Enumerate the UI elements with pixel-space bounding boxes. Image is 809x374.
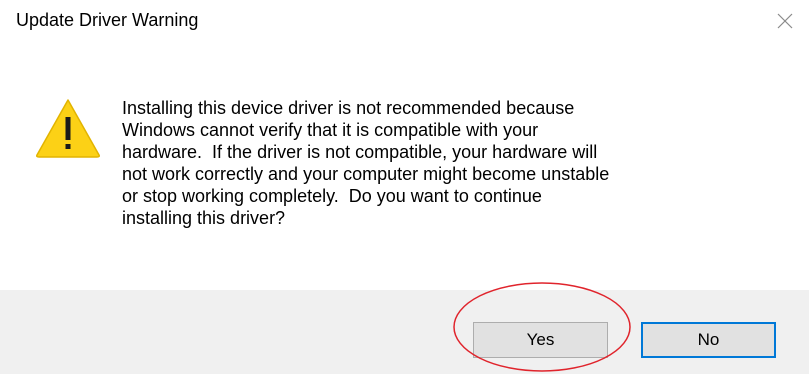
yes-button[interactable]: Yes bbox=[473, 322, 608, 358]
no-button[interactable]: No bbox=[641, 322, 776, 358]
update-driver-warning-dialog: Update Driver Warning Installing this de… bbox=[0, 0, 809, 374]
warning-triangle-icon bbox=[34, 97, 102, 159]
close-icon bbox=[777, 13, 793, 29]
message-line: installing this driver? bbox=[122, 208, 286, 228]
warning-message: Installing this device driver is not rec… bbox=[122, 97, 682, 229]
button-bar: Yes No bbox=[0, 290, 809, 374]
message-line: or stop working completely. Do you want … bbox=[122, 186, 542, 206]
dialog-title: Update Driver Warning bbox=[16, 10, 199, 30]
message-line: Installing this device driver is not rec… bbox=[122, 98, 575, 118]
message-line: hardware. If the driver is not compatibl… bbox=[122, 142, 598, 162]
message-line: Windows cannot verify that it is compati… bbox=[122, 120, 539, 140]
message-line: not work correctly and your computer mig… bbox=[122, 164, 610, 184]
close-button[interactable] bbox=[770, 6, 800, 36]
